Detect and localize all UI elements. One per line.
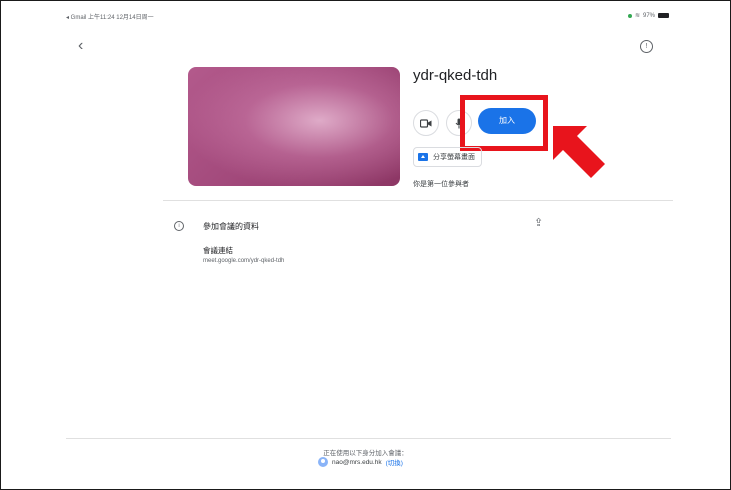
info-icon[interactable]: !	[640, 40, 653, 53]
camera-active-indicator	[627, 13, 632, 18]
wifi-icon: ≋	[634, 13, 640, 19]
share-screen-label: 分享螢幕畫面	[433, 154, 475, 161]
status-left-text: ◂ Gmail 上午11:24 12月14日周一	[66, 15, 154, 21]
battery-percent: 97%	[642, 12, 655, 19]
account-row: nao@mrs.edu.hk (切換)	[318, 457, 403, 467]
joining-as-text: 正在使用以下身分加入會議：	[323, 450, 408, 457]
section-divider	[163, 200, 673, 201]
account-email: nao@mrs.edu.hk	[332, 458, 382, 466]
share-link-icon[interactable]: ⇪	[534, 216, 543, 229]
status-bar: ◂ Gmail 上午11:24 12月14日周一 ≋ 97%	[66, 10, 669, 22]
meeting-code: ydr-qked-tdh	[413, 67, 498, 84]
switch-account-link[interactable]: (切換)	[386, 457, 403, 467]
back-arrow-icon[interactable]: ‹	[78, 38, 83, 54]
join-highlight-box	[460, 95, 548, 151]
avatar	[318, 457, 328, 467]
share-screen-button[interactable]: 分享螢幕畫面	[413, 147, 482, 167]
footer-divider	[66, 438, 671, 439]
present-screen-icon	[418, 153, 428, 161]
video-camera-icon	[420, 118, 432, 128]
status-right: ≋ 97%	[627, 12, 669, 19]
camera-toggle-button[interactable]	[413, 110, 439, 136]
details-info-icon: i	[174, 221, 184, 231]
meeting-link-label: 會議連結	[203, 246, 233, 255]
first-participant-text: 你是第一位參與者	[413, 181, 469, 188]
meeting-link-url[interactable]: meet.google.com/ydr-qked-tdh	[203, 258, 284, 264]
joining-info-title: 參加會議的資料	[203, 222, 259, 231]
pointer-arrow	[553, 126, 605, 178]
camera-preview	[188, 67, 400, 186]
battery-icon	[658, 13, 669, 18]
